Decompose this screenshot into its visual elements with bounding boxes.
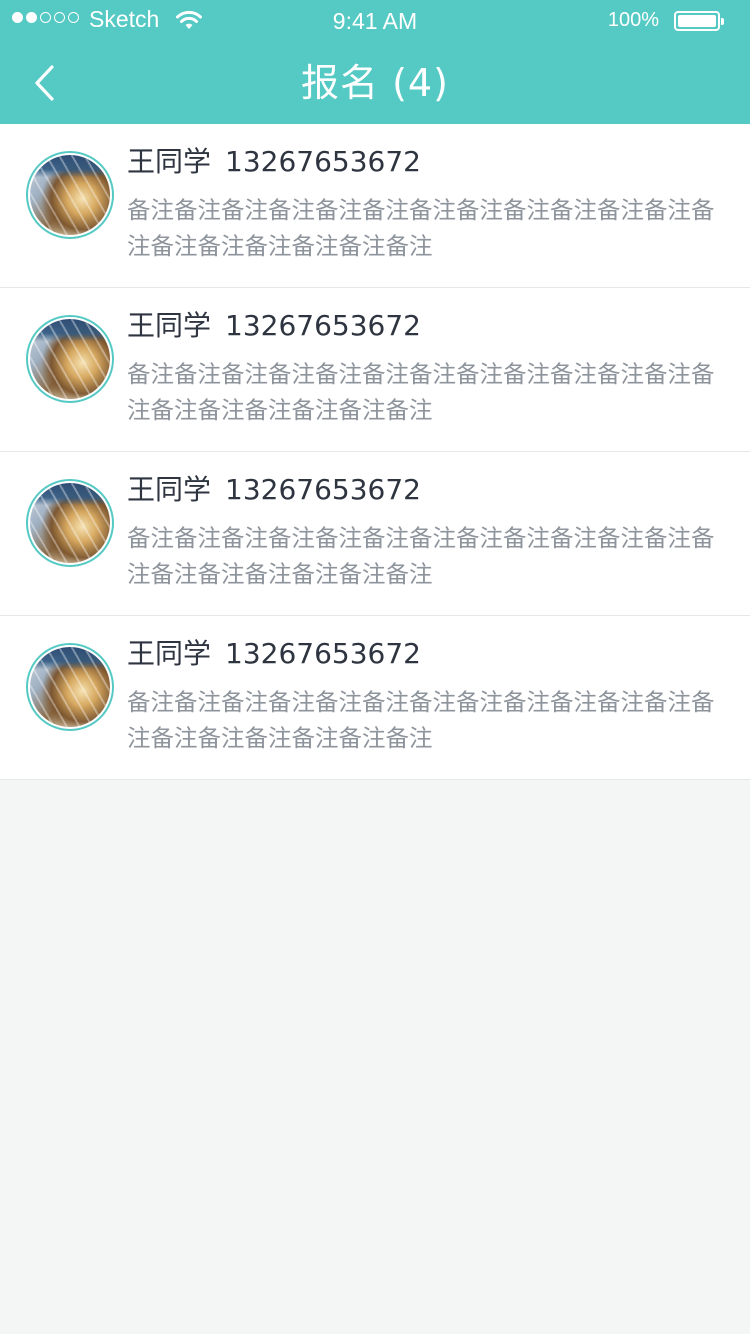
name-line: 王同学 13267653672	[127, 636, 421, 672]
avatar	[26, 643, 114, 731]
participant-name: 王同学	[127, 145, 212, 178]
name-line: 王同学 13267653672	[127, 144, 421, 180]
list-item[interactable]: 王同学 13267653672 备注备注备注备注备注备注备注备注备注备注备注备注备…	[0, 288, 750, 452]
nav-header: Sketch 9:41 AM 100% 报名 (4)	[0, 0, 750, 124]
avatar	[26, 315, 114, 403]
participant-name: 王同学	[127, 309, 212, 342]
participant-remark: 备注备注备注备注备注备注备注备注备注备注备注备注备注备注备注备注备注备注备注	[127, 196, 715, 260]
registration-list: 王同学 13267653672 备注备注备注备注备注备注备注备注备注备注备注备注备…	[0, 124, 750, 780]
name-line: 王同学 13267653672	[127, 472, 421, 508]
participant-remark: 备注备注备注备注备注备注备注备注备注备注备注备注备注备注备注备注备注备注备注	[127, 360, 715, 424]
list-item[interactable]: 王同学 13267653672 备注备注备注备注备注备注备注备注备注备注备注备注备…	[0, 124, 750, 288]
battery-percentage: 100%	[607, 9, 659, 31]
battery-icon	[674, 11, 724, 31]
status-bar: Sketch 9:41 AM 100%	[0, 0, 750, 40]
participant-phone: 13267653672	[225, 309, 421, 342]
participant-name: 王同学	[127, 473, 212, 506]
avatar	[26, 479, 114, 567]
participant-remark: 备注备注备注备注备注备注备注备注备注备注备注备注备注备注备注备注备注备注备注	[127, 524, 715, 588]
participant-name: 王同学	[127, 637, 212, 670]
participant-phone: 13267653672	[225, 637, 421, 670]
participant-phone: 13267653672	[225, 473, 421, 506]
participant-phone: 13267653672	[225, 145, 421, 178]
list-item[interactable]: 王同学 13267653672 备注备注备注备注备注备注备注备注备注备注备注备注备…	[0, 616, 750, 780]
participant-remark: 备注备注备注备注备注备注备注备注备注备注备注备注备注备注备注备注备注备注备注	[127, 688, 715, 752]
list-item[interactable]: 王同学 13267653672 备注备注备注备注备注备注备注备注备注备注备注备注备…	[0, 452, 750, 616]
page-title: 报名 (4)	[301, 61, 449, 105]
name-line: 王同学 13267653672	[127, 308, 421, 344]
avatar	[26, 151, 114, 239]
